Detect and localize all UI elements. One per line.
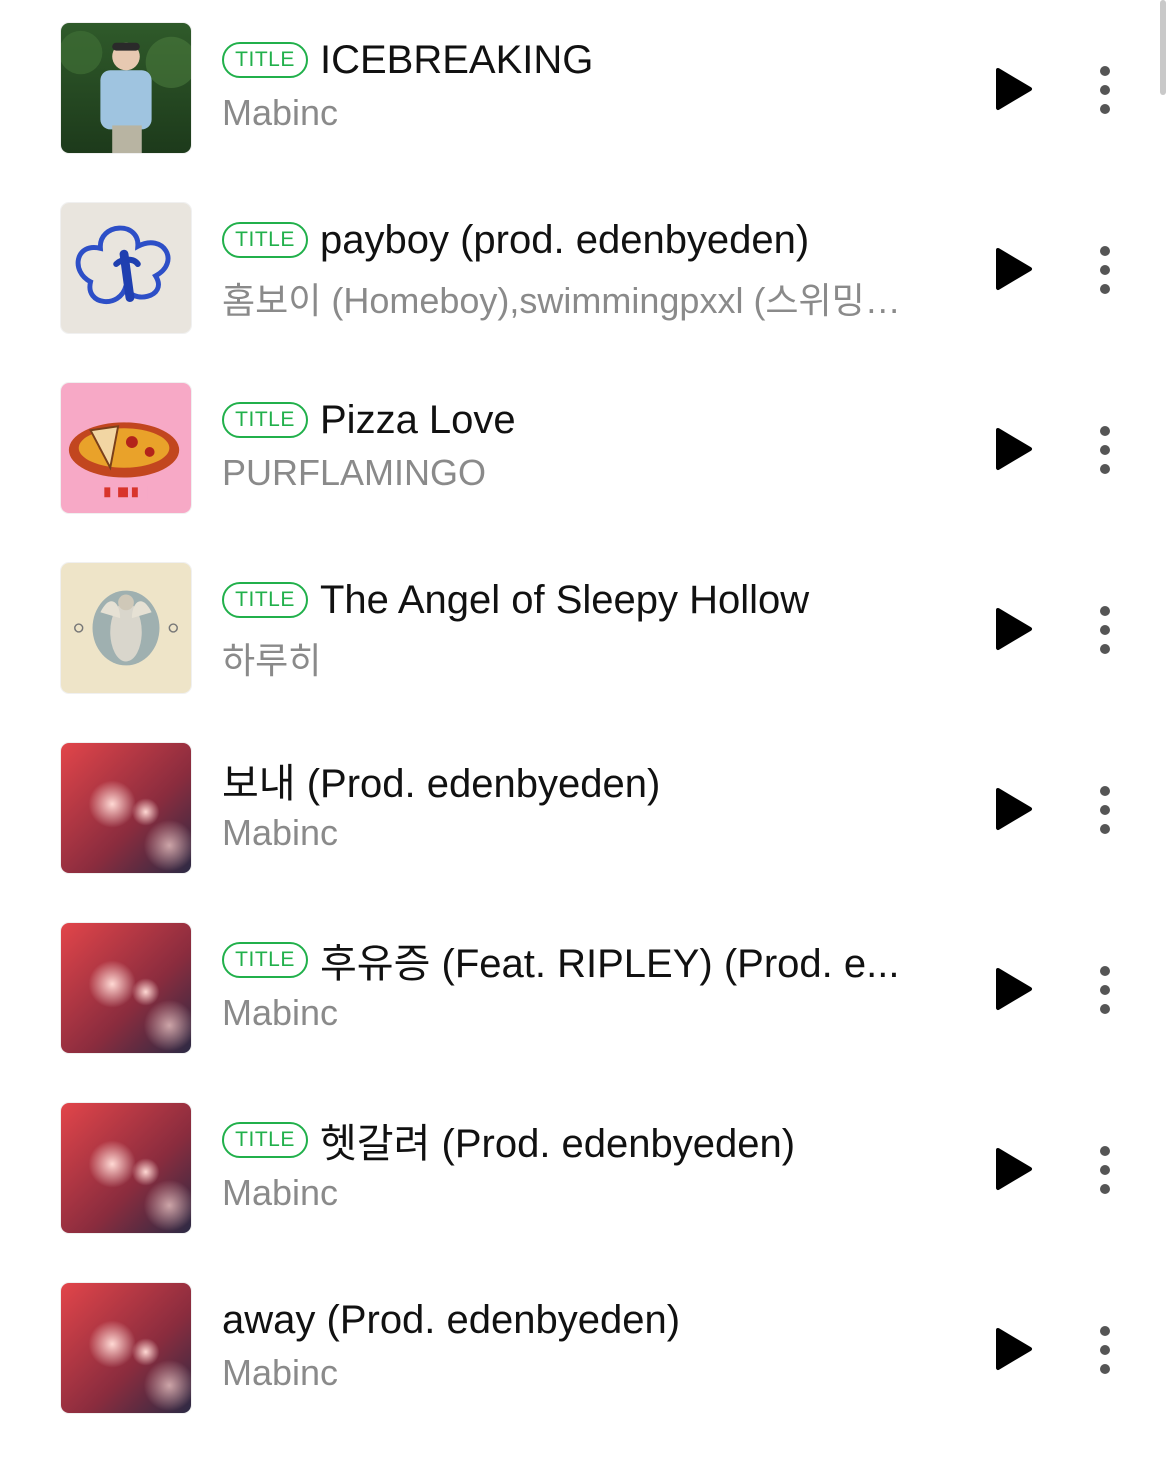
track-artist[interactable]: 하루히: [222, 632, 962, 684]
more-vertical-icon[interactable]: [1090, 426, 1120, 474]
title-badge: TITLE: [222, 1122, 308, 1158]
track-title[interactable]: 후유증 (Feat. RIPLEY) (Prod. e...: [320, 931, 962, 989]
track-artist[interactable]: Mabinc: [222, 1352, 962, 1394]
more-vertical-icon[interactable]: [1090, 246, 1120, 294]
track-row[interactable]: TITLE 후유증 (Feat. RIPLEY) (Prod. e... Mab…: [0, 922, 1150, 1102]
album-art-blue-doodle[interactable]: [60, 202, 192, 334]
track-title[interactable]: The Angel of Sleepy Hollow: [320, 578, 962, 623]
track-row[interactable]: TITLE payboy (prod. edenbyeden) 홈보이 (Hom…: [0, 202, 1150, 382]
track-row[interactable]: TITLE The Angel of Sleepy Hollow 하루히: [0, 562, 1150, 742]
album-art-portrait[interactable]: [60, 22, 192, 154]
track-row[interactable]: TITLE ICEBREAKING Mabinc: [0, 22, 1150, 202]
track-row[interactable]: TITLE 헷갈려 (Prod. edenbyeden) Mabinc: [0, 1102, 1150, 1282]
more-vertical-icon[interactable]: [1090, 966, 1120, 1014]
album-art-bokeh[interactable]: [60, 922, 192, 1054]
track-title[interactable]: payboy (prod. edenbyeden): [320, 218, 962, 263]
track-artist[interactable]: Mabinc: [222, 992, 962, 1034]
more-vertical-icon[interactable]: [1090, 606, 1120, 654]
more-vertical-icon[interactable]: [1090, 1326, 1120, 1374]
track-title[interactable]: 보내 (Prod. edenbyeden): [222, 751, 962, 809]
track-title[interactable]: ICEBREAKING: [320, 38, 962, 83]
play-icon[interactable]: [992, 1146, 1034, 1192]
track-title[interactable]: 헷갈려 (Prod. edenbyeden): [320, 1111, 962, 1169]
play-icon[interactable]: [992, 426, 1034, 472]
track-row[interactable]: TITLE Pizza Love PURFLAMINGO: [0, 382, 1150, 562]
scrollbar[interactable]: [1160, 0, 1166, 95]
play-icon[interactable]: [992, 966, 1034, 1012]
title-badge: TITLE: [222, 42, 308, 78]
more-vertical-icon[interactable]: [1090, 1146, 1120, 1194]
track-artist[interactable]: Mabinc: [222, 92, 962, 134]
track-artist[interactable]: Mabinc: [222, 812, 962, 854]
more-vertical-icon[interactable]: [1090, 66, 1120, 114]
track-row[interactable]: 보내 (Prod. edenbyeden) Mabinc: [0, 742, 1150, 922]
title-badge: TITLE: [222, 402, 308, 438]
title-badge: TITLE: [222, 942, 308, 978]
album-art-bokeh[interactable]: [60, 1282, 192, 1414]
track-artist[interactable]: Mabinc: [222, 1172, 962, 1214]
album-art-pizza[interactable]: [60, 382, 192, 514]
play-icon[interactable]: [992, 66, 1034, 112]
title-badge: TITLE: [222, 582, 308, 618]
track-list: TITLE ICEBREAKING Mabinc TITLE payboy (p…: [0, 22, 1150, 1462]
play-icon[interactable]: [992, 246, 1034, 292]
more-vertical-icon[interactable]: [1090, 786, 1120, 834]
track-title[interactable]: away (Prod. edenbyeden): [222, 1298, 962, 1343]
play-icon[interactable]: [992, 1326, 1034, 1372]
play-icon[interactable]: [992, 606, 1034, 652]
title-badge: TITLE: [222, 222, 308, 258]
album-art-bokeh[interactable]: [60, 1102, 192, 1234]
track-title[interactable]: Pizza Love: [320, 398, 962, 443]
track-artist[interactable]: 홈보이 (Homeboy),swimmingpxxl (스위밍…: [222, 272, 962, 324]
track-row[interactable]: away (Prod. edenbyeden) Mabinc: [0, 1282, 1150, 1462]
album-art-bokeh[interactable]: [60, 742, 192, 874]
album-art-angel[interactable]: [60, 562, 192, 694]
track-artist[interactable]: PURFLAMINGO: [222, 452, 962, 494]
play-icon[interactable]: [992, 786, 1034, 832]
